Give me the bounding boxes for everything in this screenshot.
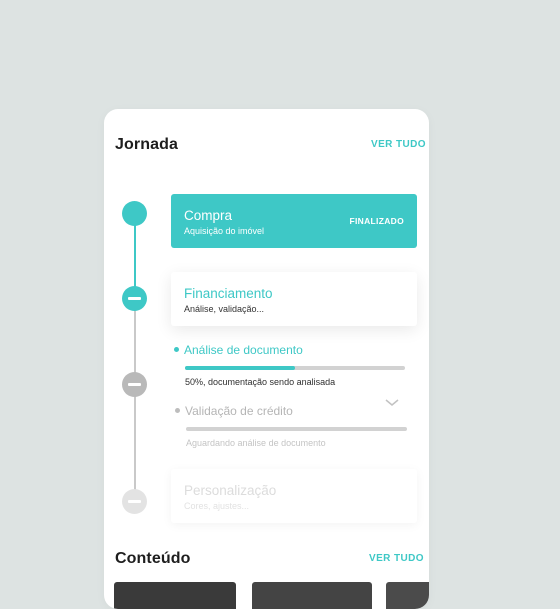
timeline-line-pending [133, 299, 136, 499]
progress-note: 50%, documentação sendo analisada [185, 377, 336, 387]
status-badge: FINALIZADO [349, 216, 404, 226]
step-card-personalizacao[interactable]: Personalização Cores, ajustes... [171, 469, 417, 523]
step-title: Compra [184, 208, 233, 223]
step-subtitle: Cores, ajustes... [184, 501, 250, 511]
journey-see-all-link[interactable]: VER TUDO [371, 139, 426, 150]
step-title: Personalização [184, 483, 277, 498]
timeline-node-compra [122, 201, 147, 226]
substep-label: Análise de documento [184, 343, 303, 357]
step-subtitle: Análise, validação... [184, 304, 265, 314]
minus-icon [128, 297, 141, 300]
substep-label: Validação de crédito [185, 404, 293, 418]
step-card-financiamento[interactable]: Financiamento Análise, validação... [171, 272, 417, 326]
bullet-icon [174, 347, 179, 352]
progress-fill [185, 366, 295, 370]
timeline-node-personalizacao [122, 489, 147, 514]
content-thumbnail[interactable] [386, 582, 429, 609]
content-title: Conteúdo [115, 550, 191, 567]
timeline-node-financiamento [122, 286, 147, 311]
step-card-compra[interactable]: Compra Aquisição do imóvel FINALIZADO [171, 194, 417, 248]
progress-note: Aguardando análise de documento [186, 438, 326, 448]
minus-icon [128, 383, 141, 386]
content-thumbnail[interactable] [114, 582, 236, 609]
minus-icon [128, 500, 141, 503]
chevron-down-icon[interactable] [384, 397, 400, 409]
content-thumbnail[interactable] [252, 582, 372, 609]
journey-title: Jornada [115, 136, 178, 153]
content-see-all-link[interactable]: VER TUDO [369, 553, 424, 564]
step-title: Financiamento [184, 286, 273, 301]
bullet-icon [175, 408, 180, 413]
progress-bar-validacao [186, 427, 407, 431]
step-subtitle: Aquisição do imóvel [184, 226, 265, 236]
timeline-node-analise [122, 372, 147, 397]
journey-card: Jornada VER TUDO Compra Aquisição do imó… [104, 109, 429, 609]
progress-bar-analise [185, 366, 405, 370]
